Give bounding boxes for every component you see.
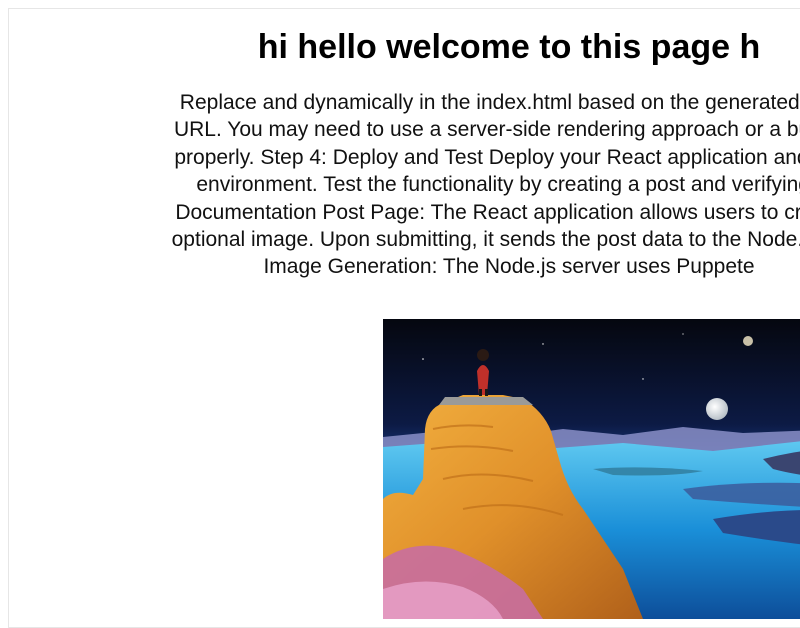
description-line: Image Generation: The Node.js server use… [263,255,755,279]
description-line: URL. You may need to use a server-side r… [173,118,800,142]
page-content: hi hello welcome to this page h Replace … [9,9,800,627]
cliff-landscape-illustration [383,319,800,619]
description-line: properly. Step 4: Deploy and Test Deploy… [174,145,800,169]
hero-image [383,319,800,619]
description-line: Replace and dynamically in the index.htm… [179,91,800,114]
description-line: environment. Test the functionality by c… [196,173,800,197]
page-description: Replace and dynamically in the index.htm… [9,89,800,281]
page-title: hi hello welcome to this page h [257,28,761,66]
description-line: Documentation Post Page: The React appli… [175,200,800,224]
page-frame: hi hello welcome to this page h Replace … [8,8,800,628]
description-line: optional image. Upon submitting, it send… [171,228,800,252]
